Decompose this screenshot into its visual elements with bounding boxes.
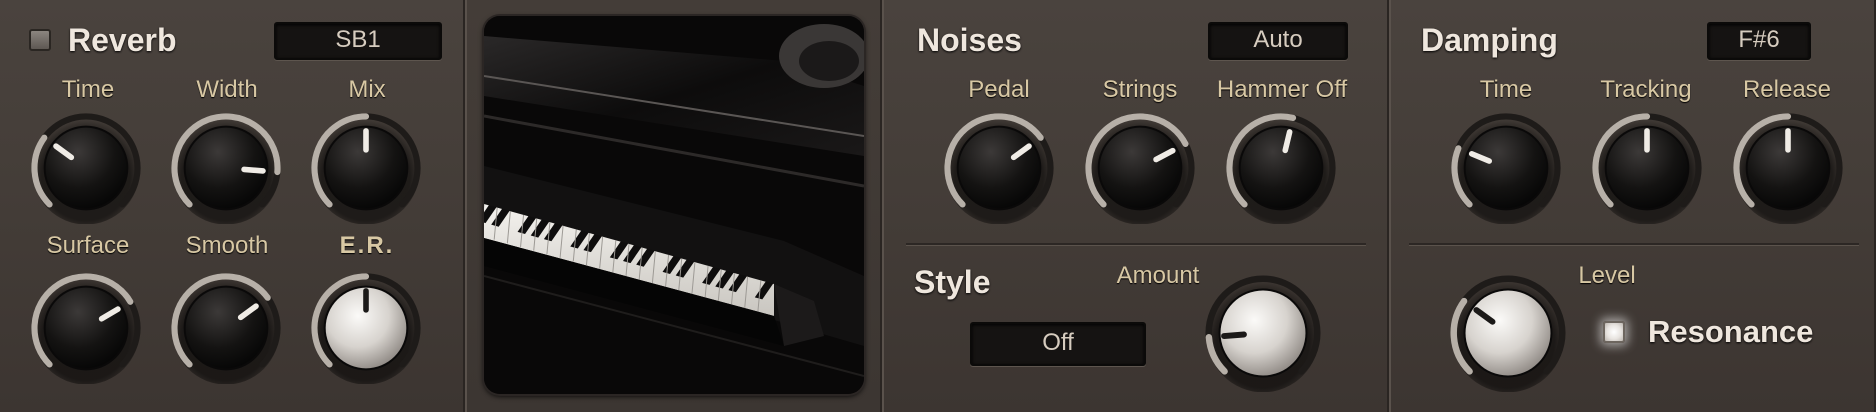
noises-panel: Noises Auto Pedal Strings Hammer Off Sty… <box>884 0 1391 412</box>
reverb-preset-display[interactable]: SB1 <box>274 22 442 60</box>
damping-panel: Damping F#6 Time Tracking Release Level … <box>1391 0 1876 412</box>
damping-time-knob[interactable] <box>1450 112 1562 229</box>
damping-divider <box>1409 243 1859 246</box>
noises-pedal-label: Pedal <box>968 76 1030 103</box>
resonance-label[interactable]: Resonance <box>1648 314 1813 350</box>
damping-time-label: Time <box>1479 76 1533 103</box>
reverb-title: Reverb <box>68 22 177 58</box>
noises-title: Noises <box>917 22 1022 58</box>
reverb-time-knob[interactable] <box>30 112 142 229</box>
damping-title: Damping <box>1421 22 1558 58</box>
damping-release-knob[interactable] <box>1732 112 1844 229</box>
noises-hammer-off-label: Hammer Off <box>1216 76 1348 103</box>
noises-divider <box>906 243 1366 246</box>
noises-hammer-off-knob[interactable] <box>1225 112 1337 229</box>
reverb-width-knob[interactable] <box>170 112 282 229</box>
style-amount-label: Amount <box>1116 262 1200 289</box>
reverb-toggle-icon[interactable] <box>29 29 51 51</box>
grand-piano-image <box>484 16 864 394</box>
damping-level-knob[interactable] <box>1449 274 1567 397</box>
reverb-mix-knob[interactable] <box>310 112 422 229</box>
noises-mode-display[interactable]: Auto <box>1208 22 1348 60</box>
style-title: Style <box>914 264 991 300</box>
noises-strings-label: Strings <box>1102 76 1178 103</box>
reverb-panel: Reverb SB1 Time Width Mix Surface Smooth… <box>0 0 467 412</box>
noises-strings-knob[interactable] <box>1084 112 1196 229</box>
reverb-time-label: Time <box>61 76 115 103</box>
damping-level-label: Level <box>1578 262 1636 289</box>
resonance-toggle-icon[interactable] <box>1603 321 1625 343</box>
style-value-display[interactable]: Off <box>970 322 1146 366</box>
noises-pedal-knob[interactable] <box>943 112 1055 229</box>
reverb-surface-label: Surface <box>46 232 130 259</box>
reverb-smooth-knob[interactable] <box>170 272 282 389</box>
reverb-surface-knob[interactable] <box>30 272 142 389</box>
damping-release-label: Release <box>1742 76 1832 103</box>
damping-tracking-label: Tracking <box>1600 76 1692 103</box>
damping-tracking-knob[interactable] <box>1591 112 1703 229</box>
reverb-er-label: E.R. <box>339 232 395 259</box>
reverb-width-label: Width <box>196 76 258 103</box>
piano-image-panel <box>467 0 884 412</box>
damping-note-display[interactable]: F#6 <box>1707 22 1811 60</box>
style-amount-knob[interactable] <box>1204 274 1322 397</box>
reverb-smooth-label: Smooth <box>185 232 269 259</box>
grand-piano-icon <box>484 16 864 394</box>
reverb-er-knob[interactable] <box>310 272 422 389</box>
reverb-mix-label: Mix <box>348 76 386 103</box>
